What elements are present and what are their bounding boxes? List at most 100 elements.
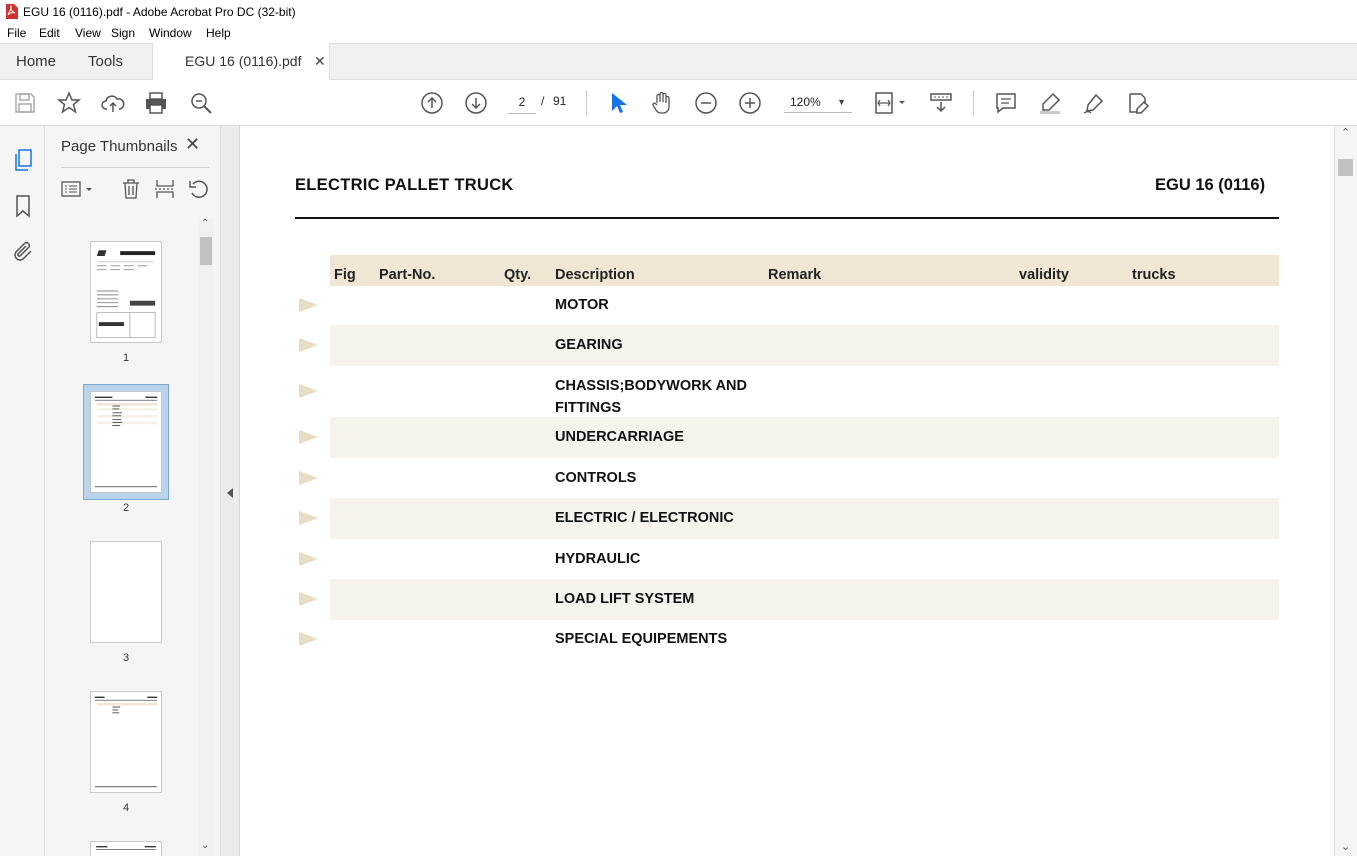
table-row-label[interactable]: LOAD LIFT SYSTEM [555, 591, 694, 607]
scrollbar-thumb[interactable] [200, 237, 212, 265]
thumbnail-options-icon[interactable] [60, 178, 96, 200]
thumbnail-page-1-preview [96, 250, 156, 339]
table-row-label[interactable]: CONTROLS [555, 470, 636, 486]
chevron-down-icon: ▼ [837, 97, 846, 107]
thumbnail-label-2: 2 [122, 502, 130, 514]
zoom-level-select[interactable]: 120% ▼ [784, 91, 852, 113]
attachment-icon[interactable] [11, 240, 35, 264]
row-link-arrow-icon[interactable] [299, 632, 318, 646]
find-zoom-icon[interactable] [189, 91, 213, 115]
zoom-in-icon[interactable] [738, 91, 762, 115]
previous-page-icon[interactable] [420, 91, 444, 115]
acrobat-app-icon [5, 4, 18, 19]
select-cursor-icon[interactable] [606, 91, 630, 115]
document-scrollbar[interactable]: ⌃ ⌄ [1334, 126, 1357, 856]
panel-collapse-bar[interactable] [221, 126, 240, 856]
table-row-label-line2[interactable]: FITTINGS [555, 400, 621, 416]
fill-sign-icon[interactable] [1126, 91, 1150, 115]
comment-icon[interactable] [994, 91, 1018, 115]
scroll-mode-icon[interactable] [929, 91, 953, 115]
print-icon[interactable] [144, 91, 168, 115]
scroll-up-icon[interactable]: ⌃ [201, 218, 209, 229]
left-nav-rail [0, 126, 45, 856]
collapse-arrow-icon[interactable] [227, 488, 233, 498]
tab-document-label: EGU 16 (0116).pdf [185, 53, 302, 69]
cloud-upload-icon[interactable] [101, 91, 125, 115]
tab-home[interactable]: Home [16, 44, 56, 80]
table-row-label[interactable]: UNDERCARRIAGE [555, 429, 684, 445]
table-row-label[interactable]: SPECIAL EQUIPEMENTS [555, 631, 727, 647]
table-row-label[interactable]: ELECTRIC / ELECTRONIC [555, 510, 734, 526]
row-link-arrow-icon[interactable] [299, 511, 318, 525]
star-icon[interactable] [56, 91, 82, 115]
row-link-arrow-icon[interactable] [299, 471, 318, 485]
column-description: Description [555, 267, 635, 283]
menu-view[interactable]: View [75, 26, 101, 40]
fit-page-icon[interactable] [874, 91, 908, 115]
row-link-arrow-icon[interactable] [299, 338, 318, 352]
tab-bar: Home Tools EGU 16 (0116).pdf ✕ [0, 43, 1357, 80]
thumbnail-label-4: 4 [122, 802, 130, 814]
table-row-shade [330, 325, 1279, 366]
title-bar: EGU 16 (0116).pdf - Adobe Acrobat Pro DC… [0, 0, 1357, 23]
zoom-out-icon[interactable] [694, 91, 718, 115]
hand-tool-icon[interactable] [650, 91, 674, 115]
thumbnail-page-3[interactable] [90, 541, 162, 643]
trash-icon[interactable] [120, 178, 142, 200]
highlight-pen-icon[interactable] [1038, 91, 1062, 115]
column-part-no: Part-No. [379, 267, 436, 283]
tab-close-icon[interactable]: ✕ [314, 43, 326, 79]
thumbnail-page-4-preview [94, 696, 158, 788]
scrollbar-thumb[interactable] [1338, 159, 1353, 176]
menu-help[interactable]: Help [206, 26, 231, 40]
tab-document[interactable]: EGU 16 (0116).pdf ✕ [152, 43, 330, 80]
column-validity: validity [1019, 267, 1069, 283]
thumbnail-scrollbar[interactable]: ⌃ ⌄ [199, 218, 213, 856]
menu-file[interactable]: File [7, 26, 26, 40]
thumbnail-page-5-partial[interactable] [90, 841, 162, 856]
window-title: EGU 16 (0116).pdf - Adobe Acrobat Pro DC… [23, 5, 296, 19]
thumbnail-panel: Page Thumbnails ✕ 1 2 3 4 ⌃ ⌄ [45, 126, 221, 856]
table-row-label[interactable]: MOTOR [555, 297, 609, 313]
menu-edit[interactable]: Edit [39, 26, 60, 40]
document-heading: ELECTRIC PALLET TRUCK [295, 176, 514, 194]
draw-sign-icon[interactable] [1082, 91, 1106, 115]
page-number-input[interactable]: 2 [508, 91, 536, 114]
thumbnail-page-2[interactable] [90, 391, 162, 493]
toolbar: 2 / 91 120% ▼ [0, 80, 1357, 126]
thumbnail-label-3: 3 [122, 652, 130, 664]
panel-divider [61, 167, 209, 168]
table-row-label[interactable]: HYDRAULIC [555, 551, 640, 567]
menu-sign[interactable]: Sign [111, 26, 135, 40]
panel-title: Page Thumbnails [61, 138, 178, 155]
page-total: 91 [553, 94, 567, 108]
row-link-arrow-icon[interactable] [299, 552, 318, 566]
row-link-arrow-icon[interactable] [299, 592, 318, 606]
row-link-arrow-icon[interactable] [299, 430, 318, 444]
page-thumbnails-icon[interactable] [11, 148, 35, 172]
thumbnail-page-4[interactable] [90, 691, 162, 793]
scroll-down-icon[interactable]: ⌄ [201, 840, 209, 851]
tab-tools[interactable]: Tools [88, 44, 123, 80]
toolbar-divider [586, 90, 587, 116]
column-qty: Qty. [504, 267, 532, 283]
close-panel-icon[interactable]: ✕ [185, 134, 200, 155]
bookmark-icon[interactable] [11, 194, 35, 218]
table-row-label-line1[interactable]: CHASSIS;BODYWORK AND [555, 378, 747, 394]
menu-window[interactable]: Window [149, 26, 192, 40]
row-link-arrow-icon[interactable] [299, 298, 318, 312]
next-page-icon[interactable] [464, 91, 488, 115]
scroll-up-icon[interactable]: ⌃ [1341, 126, 1350, 139]
row-link-arrow-icon[interactable] [299, 384, 318, 398]
table-row-shade [330, 498, 1279, 539]
thumbnail-page-1[interactable] [90, 241, 162, 343]
document-model: EGU 16 (0116) [1155, 176, 1266, 194]
column-trucks: trucks [1132, 267, 1176, 283]
extract-pages-icon[interactable] [154, 178, 176, 200]
rotate-icon[interactable] [188, 178, 210, 200]
document-viewport[interactable] [240, 126, 1334, 856]
toolbar-divider [973, 90, 974, 116]
save-icon[interactable] [13, 91, 37, 115]
table-row-label[interactable]: GEARING [555, 337, 623, 353]
scroll-down-icon[interactable]: ⌄ [1341, 840, 1350, 853]
